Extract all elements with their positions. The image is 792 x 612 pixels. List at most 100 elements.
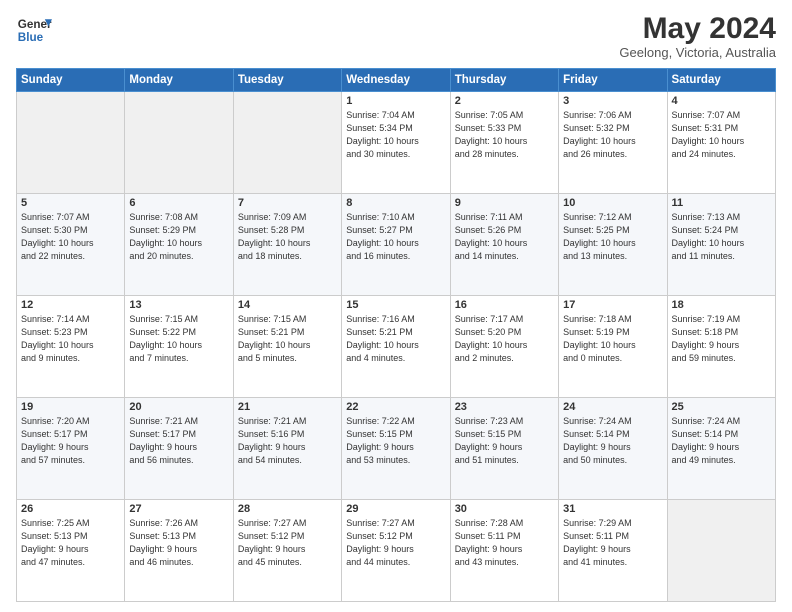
calendar-cell: 8 Sunrise: 7:10 AM Sunset: 5:27 PM Daylig… xyxy=(342,194,450,296)
calendar-cell: 14 Sunrise: 7:15 AM Sunset: 5:21 PM Dayli… xyxy=(233,296,341,398)
day-number: 29 xyxy=(346,503,445,515)
day-info: Sunrise: 7:20 AM Sunset: 5:17 PM Dayligh… xyxy=(21,415,120,467)
calendar-cell: 17Sunrise: 7:18 AM Sunset: 5:19 PM Dayli… xyxy=(559,296,667,398)
day-info: Sunrise: 7:24 AM Sunset: 5:14 PM Dayligh… xyxy=(563,415,662,467)
day-of-week-header: Friday xyxy=(559,69,667,92)
calendar-cell: 4 Sunrise: 7:07 AM Sunset: 5:31 PM Daylig… xyxy=(667,92,775,194)
day-info: Sunrise: 7:15 AM Sunset: 5:21 PM Dayligh… xyxy=(238,313,337,365)
day-info: Sunrise: 7:26 AM Sunset: 5:13 PM Dayligh… xyxy=(129,517,228,569)
day-info: Sunrise: 7:11 AM Sunset: 5:26 PM Dayligh… xyxy=(455,211,554,263)
calendar-cell: 2 Sunrise: 7:05 AM Sunset: 5:33 PM Daylig… xyxy=(450,92,558,194)
day-number: 7 xyxy=(238,197,337,209)
day-of-week-header: Monday xyxy=(125,69,233,92)
day-number: 8 xyxy=(346,197,445,209)
calendar-table: SundayMondayTuesdayWednesdayThursdayFrid… xyxy=(16,68,776,602)
day-of-week-header: Wednesday xyxy=(342,69,450,92)
calendar-cell: 20 Sunrise: 7:21 AM Sunset: 5:17 PM Dayli… xyxy=(125,398,233,500)
calendar-cell: 5 Sunrise: 7:07 AM Sunset: 5:30 PM Daylig… xyxy=(17,194,125,296)
calendar-cell: 13 Sunrise: 7:15 AM Sunset: 5:22 PM Dayli… xyxy=(125,296,233,398)
day-number: 11 xyxy=(672,197,771,209)
day-number: 5 xyxy=(21,197,120,209)
day-info: Sunrise: 7:07 AM Sunset: 5:30 PM Dayligh… xyxy=(21,211,120,263)
day-info: Sunrise: 7:17 AM Sunset: 5:20 PM Dayligh… xyxy=(455,313,554,365)
day-info: Sunrise: 7:08 AM Sunset: 5:29 PM Dayligh… xyxy=(129,211,228,263)
title-section: May 2024 Geelong, Victoria, Australia xyxy=(619,12,776,60)
day-number: 1 xyxy=(346,95,445,107)
day-info: Sunrise: 7:27 AM Sunset: 5:12 PM Dayligh… xyxy=(346,517,445,569)
day-info: Sunrise: 7:16 AM Sunset: 5:21 PM Dayligh… xyxy=(346,313,445,365)
day-of-week-header: Saturday xyxy=(667,69,775,92)
day-number: 4 xyxy=(672,95,771,107)
day-info: Sunrise: 7:29 AM Sunset: 5:11 PM Dayligh… xyxy=(563,517,662,569)
day-info: Sunrise: 7:10 AM Sunset: 5:27 PM Dayligh… xyxy=(346,211,445,263)
day-number: 22 xyxy=(346,401,445,413)
day-number: 6 xyxy=(129,197,228,209)
header: General Blue May 2024 Geelong, Victoria,… xyxy=(16,12,776,60)
day-number: 2 xyxy=(455,95,554,107)
day-number: 12 xyxy=(21,299,120,311)
calendar-cell: 10Sunrise: 7:12 AM Sunset: 5:25 PM Dayli… xyxy=(559,194,667,296)
calendar-cell xyxy=(667,500,775,602)
calendar-cell: 28 Sunrise: 7:27 AM Sunset: 5:12 PM Dayli… xyxy=(233,500,341,602)
calendar-cell: 27 Sunrise: 7:26 AM Sunset: 5:13 PM Dayli… xyxy=(125,500,233,602)
calendar-cell: 11 Sunrise: 7:13 AM Sunset: 5:24 PM Dayli… xyxy=(667,194,775,296)
day-number: 28 xyxy=(238,503,337,515)
logo-icon: General Blue xyxy=(16,12,52,48)
day-number: 9 xyxy=(455,197,554,209)
day-of-week-header: Tuesday xyxy=(233,69,341,92)
calendar-cell: 21Sunrise: 7:21 AM Sunset: 5:16 PM Dayli… xyxy=(233,398,341,500)
day-number: 13 xyxy=(129,299,228,311)
day-number: 27 xyxy=(129,503,228,515)
calendar-cell: 26Sunrise: 7:25 AM Sunset: 5:13 PM Dayli… xyxy=(17,500,125,602)
day-info: Sunrise: 7:18 AM Sunset: 5:19 PM Dayligh… xyxy=(563,313,662,365)
calendar-cell: 7Sunrise: 7:09 AM Sunset: 5:28 PM Daylig… xyxy=(233,194,341,296)
svg-text:Blue: Blue xyxy=(18,31,44,44)
calendar-week-row: 12 Sunrise: 7:14 AM Sunset: 5:23 PM Dayli… xyxy=(17,296,776,398)
calendar-cell: 23 Sunrise: 7:23 AM Sunset: 5:15 PM Dayli… xyxy=(450,398,558,500)
day-info: Sunrise: 7:05 AM Sunset: 5:33 PM Dayligh… xyxy=(455,109,554,161)
day-number: 3 xyxy=(563,95,662,107)
calendar-cell: 9 Sunrise: 7:11 AM Sunset: 5:26 PM Daylig… xyxy=(450,194,558,296)
day-number: 16 xyxy=(455,299,554,311)
day-number: 10 xyxy=(563,197,662,209)
day-of-week-header: Sunday xyxy=(17,69,125,92)
calendar-week-row: 19 Sunrise: 7:20 AM Sunset: 5:17 PM Dayli… xyxy=(17,398,776,500)
day-number: 30 xyxy=(455,503,554,515)
calendar-cell: 16 Sunrise: 7:17 AM Sunset: 5:20 PM Dayli… xyxy=(450,296,558,398)
calendar-cell: 1 Sunrise: 7:04 AM Sunset: 5:34 PM Daylig… xyxy=(342,92,450,194)
logo: General Blue xyxy=(16,12,52,48)
calendar-cell: 18Sunrise: 7:19 AM Sunset: 5:18 PM Dayli… xyxy=(667,296,775,398)
calendar-week-row: 26Sunrise: 7:25 AM Sunset: 5:13 PM Dayli… xyxy=(17,500,776,602)
calendar-cell xyxy=(17,92,125,194)
day-number: 23 xyxy=(455,401,554,413)
day-info: Sunrise: 7:04 AM Sunset: 5:34 PM Dayligh… xyxy=(346,109,445,161)
day-number: 18 xyxy=(672,299,771,311)
calendar-cell: 22 Sunrise: 7:22 AM Sunset: 5:15 PM Dayli… xyxy=(342,398,450,500)
day-info: Sunrise: 7:07 AM Sunset: 5:31 PM Dayligh… xyxy=(672,109,771,161)
calendar-cell: 3 Sunrise: 7:06 AM Sunset: 5:32 PM Daylig… xyxy=(559,92,667,194)
calendar-cell: 15 Sunrise: 7:16 AM Sunset: 5:21 PM Dayli… xyxy=(342,296,450,398)
day-number: 15 xyxy=(346,299,445,311)
calendar-week-row: 5 Sunrise: 7:07 AM Sunset: 5:30 PM Daylig… xyxy=(17,194,776,296)
day-info: Sunrise: 7:21 AM Sunset: 5:17 PM Dayligh… xyxy=(129,415,228,467)
day-info: Sunrise: 7:27 AM Sunset: 5:12 PM Dayligh… xyxy=(238,517,337,569)
day-info: Sunrise: 7:22 AM Sunset: 5:15 PM Dayligh… xyxy=(346,415,445,467)
day-number: 31 xyxy=(563,503,662,515)
day-info: Sunrise: 7:23 AM Sunset: 5:15 PM Dayligh… xyxy=(455,415,554,467)
calendar-cell: 25Sunrise: 7:24 AM Sunset: 5:14 PM Dayli… xyxy=(667,398,775,500)
calendar-week-row: 1 Sunrise: 7:04 AM Sunset: 5:34 PM Daylig… xyxy=(17,92,776,194)
day-info: Sunrise: 7:15 AM Sunset: 5:22 PM Dayligh… xyxy=(129,313,228,365)
day-info: Sunrise: 7:14 AM Sunset: 5:23 PM Dayligh… xyxy=(21,313,120,365)
day-number: 19 xyxy=(21,401,120,413)
calendar-cell: 12 Sunrise: 7:14 AM Sunset: 5:23 PM Dayli… xyxy=(17,296,125,398)
day-info: Sunrise: 7:06 AM Sunset: 5:32 PM Dayligh… xyxy=(563,109,662,161)
day-number: 20 xyxy=(129,401,228,413)
calendar-cell: 30Sunrise: 7:28 AM Sunset: 5:11 PM Dayli… xyxy=(450,500,558,602)
day-number: 21 xyxy=(238,401,337,413)
calendar-cell: 6 Sunrise: 7:08 AM Sunset: 5:29 PM Daylig… xyxy=(125,194,233,296)
day-number: 14 xyxy=(238,299,337,311)
day-number: 26 xyxy=(21,503,120,515)
day-info: Sunrise: 7:13 AM Sunset: 5:24 PM Dayligh… xyxy=(672,211,771,263)
calendar-cell: 24Sunrise: 7:24 AM Sunset: 5:14 PM Dayli… xyxy=(559,398,667,500)
calendar-cell xyxy=(233,92,341,194)
